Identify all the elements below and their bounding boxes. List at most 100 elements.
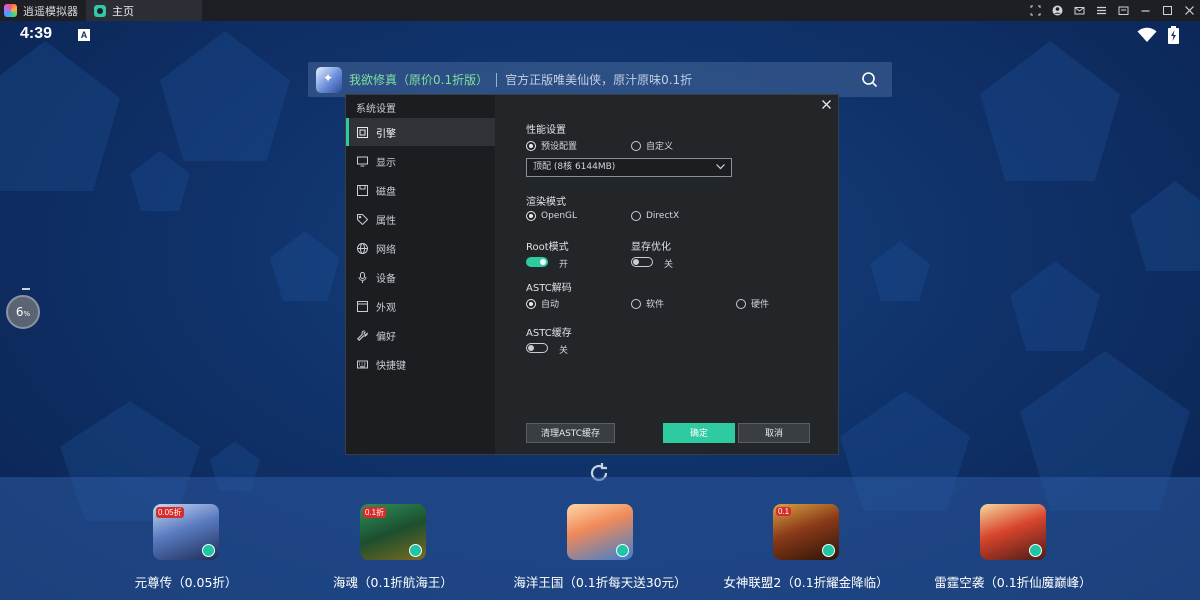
sidebar-item-appearance[interactable]: 外观	[346, 292, 495, 320]
vram-optimize-toggle[interactable]	[631, 257, 653, 267]
dock-app-2[interactable]: 海洋王国（0.1折每天送30元）	[500, 504, 700, 591]
dock-app-0[interactable]: 0.05折 元尊传（0.05折）	[86, 504, 286, 591]
app-tag: 0.05折	[156, 507, 184, 518]
restore-icon[interactable]	[1112, 0, 1134, 21]
dialog-title: 系统设置	[356, 104, 396, 115]
status-time: 4:39	[20, 25, 53, 42]
engine-icon	[357, 126, 368, 138]
radio-custom-config[interactable]: 自定义	[631, 139, 673, 152]
app-icon[interactable]	[567, 504, 633, 560]
search-promo-title[interactable]: 我欲修真（原价0.1折版）	[349, 71, 488, 88]
close-window-icon[interactable]	[1178, 0, 1200, 21]
disk-icon	[357, 184, 368, 196]
app-tag: 0.1	[776, 507, 792, 516]
vram-optimize-state: 关	[664, 260, 674, 270]
sidebar-item-label: 属性	[376, 215, 396, 227]
search-divider	[496, 72, 498, 87]
dialog-close-icon[interactable]	[820, 98, 833, 111]
dock-app-3[interactable]: 0.1 女神联盟2（0.1折耀金降临）	[706, 504, 906, 591]
radio-opengl[interactable]: OpenGL	[526, 211, 577, 221]
radio-dot	[526, 140, 536, 151]
wallpaper-shape	[1010, 261, 1100, 351]
badge-icon	[409, 544, 422, 557]
app-icon[interactable]: 0.1	[773, 504, 839, 560]
radio-directx[interactable]: DirectX	[631, 211, 679, 221]
sidebar-item-engine[interactable]: 引擎	[346, 118, 495, 146]
maximize-icon[interactable]	[1156, 0, 1178, 21]
sidebar-item-device[interactable]: 设备	[346, 263, 495, 291]
app-icon[interactable]: 0.1折	[360, 504, 426, 560]
sidebar-item-preferences[interactable]: 偏好	[346, 321, 495, 349]
radio-label: 自动	[541, 300, 560, 310]
home-tab-icon	[94, 4, 106, 17]
window-icon	[357, 300, 368, 312]
radio-label: DirectX	[646, 211, 680, 221]
sidebar-item-disk[interactable]: 磁盘	[346, 176, 495, 204]
account-icon[interactable]	[1046, 0, 1068, 21]
float-ball[interactable]: 6%	[6, 295, 40, 329]
radio-astc-auto[interactable]: 自动	[526, 297, 559, 310]
sidebar-item-label: 网络	[376, 244, 396, 256]
sidebar-item-label: 引擎	[376, 128, 396, 140]
performance-label: 性能设置	[526, 125, 566, 136]
globe-icon	[357, 242, 368, 254]
title-bar: 逍遥模拟器 主页	[0, 0, 1200, 21]
dock-app-label: 女神联盟2（0.1折耀金降临）	[723, 575, 889, 590]
radio-label: 自定义	[646, 142, 674, 152]
vram-optimize-label: 显存优化	[631, 242, 671, 253]
search-icon[interactable]	[861, 71, 878, 88]
radio-label: 硬件	[751, 300, 770, 310]
app-icon[interactable]: 0.05折	[153, 504, 219, 560]
performance-select-value: 顶配 (8核 6144MB)	[533, 162, 616, 172]
window-controls	[1024, 0, 1200, 21]
wallpaper-shape	[980, 41, 1120, 181]
sidebar-item-label: 显示	[376, 157, 396, 169]
radio-preset-config[interactable]: 预设配置	[526, 139, 577, 152]
confirm-button[interactable]: 确定	[663, 423, 735, 443]
app-tab[interactable]: 逍遥模拟器	[0, 0, 86, 21]
sidebar-item-properties[interactable]: 属性	[346, 205, 495, 233]
app-tag: 0.1折	[363, 507, 387, 518]
radio-astc-hardware[interactable]: 硬件	[736, 297, 769, 310]
wallpaper-shape	[130, 151, 190, 211]
screenshot-icon[interactable]	[1024, 0, 1046, 21]
radio-dot	[631, 211, 641, 221]
wallpaper-shape	[0, 41, 120, 191]
promo-app-icon[interactable]	[316, 66, 342, 93]
clear-astc-cache-button[interactable]: 清理ASTC缓存	[526, 423, 615, 443]
sidebar-item-label: 偏好	[376, 331, 396, 343]
menu-icon[interactable]	[1090, 0, 1112, 21]
root-mode-toggle[interactable]	[526, 257, 548, 267]
radio-dot	[526, 298, 536, 309]
sidebar-item-network[interactable]: 网络	[346, 234, 495, 262]
sidebar-item-display[interactable]: 显示	[346, 147, 495, 175]
performance-select[interactable]: 顶配 (8核 6144MB)	[526, 158, 732, 177]
sidebar-item-label: 磁盘	[376, 186, 396, 198]
minimize-icon[interactable]	[1134, 0, 1156, 21]
cancel-button[interactable]: 取消	[738, 423, 810, 443]
sidebar-item-shortcuts[interactable]: 快捷键	[346, 350, 495, 378]
tab-home[interactable]: 主页	[86, 0, 202, 21]
mail-icon[interactable]	[1068, 0, 1090, 21]
settings-sidebar: 系统设置 引擎 显示 磁盘 属性 网络 设备 外观 偏好 快捷键	[346, 95, 495, 454]
astc-decode-label: ASTC解码	[526, 283, 572, 294]
radio-dot	[736, 298, 746, 309]
search-bar[interactable]: 我欲修真（原价0.1折版） 官方正版唯美仙侠，原汁原味0.1折	[308, 62, 892, 97]
radio-label: OpenGL	[541, 211, 578, 221]
app-icon[interactable]	[980, 504, 1046, 560]
sidebar-item-label: 外观	[376, 302, 396, 314]
radio-astc-software[interactable]: 软件	[631, 297, 664, 310]
float-ball-unit: %	[23, 310, 31, 318]
render-mode-label: 渲染模式	[526, 197, 566, 208]
monitor-icon	[357, 156, 368, 166]
badge-icon	[1029, 544, 1042, 557]
dock-app-label: 海魂（0.1折航海王）	[333, 575, 453, 590]
astc-cache-state: 关	[559, 346, 569, 356]
microphone-icon	[358, 271, 367, 283]
dock-app-1[interactable]: 0.1折 海魂（0.1折航海王）	[293, 504, 493, 591]
chevron-down-icon	[716, 164, 725, 170]
settings-dialog: 系统设置 引擎 显示 磁盘 属性 网络 设备 外观 偏好 快捷键 性能设置 预设…	[345, 94, 839, 455]
dock-app-4[interactable]: 雷霆空袭（0.1折仙魔巅峰）	[913, 504, 1113, 591]
astc-cache-toggle[interactable]	[526, 343, 548, 353]
app-dock: 0.05折 元尊传（0.05折） 0.1折 海魂（0.1折航海王） 海洋王国（0…	[0, 477, 1200, 600]
